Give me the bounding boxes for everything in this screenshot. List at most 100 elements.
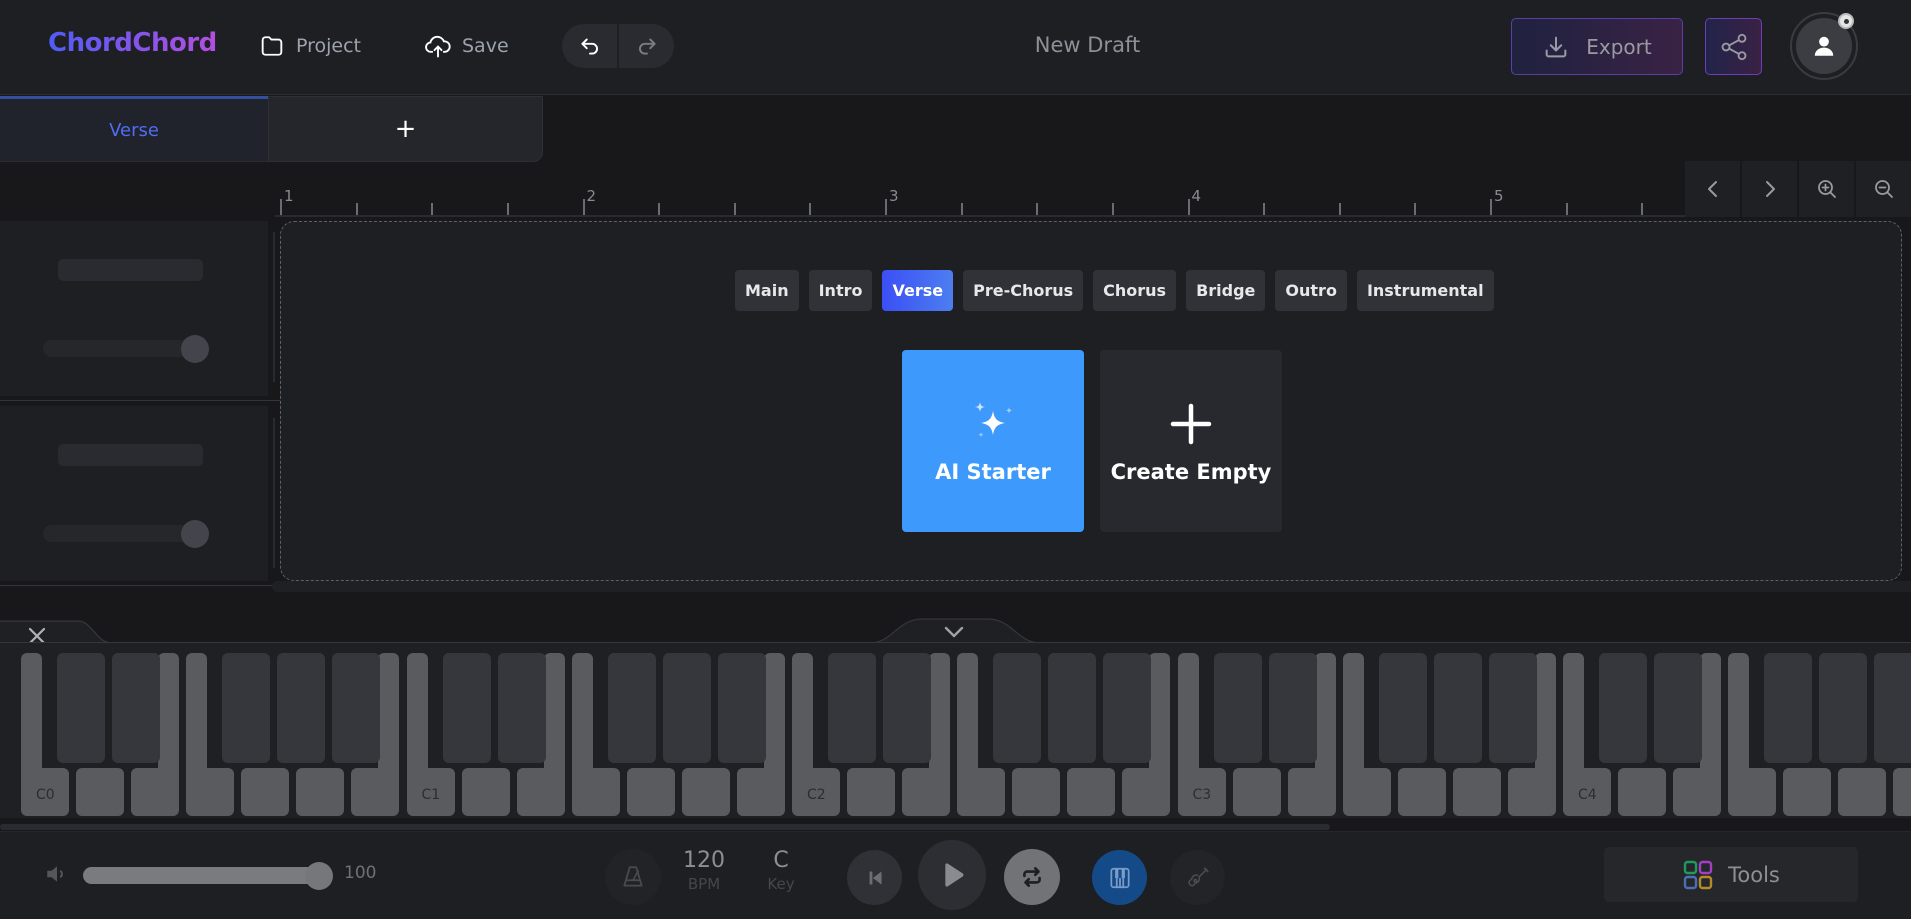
white-key-upper[interactable] <box>1149 653 1171 778</box>
white-key[interactable] <box>296 768 345 816</box>
black-key[interactable] <box>1213 653 1262 763</box>
white-key-upper[interactable] <box>1342 653 1364 778</box>
black-key[interactable] <box>1488 653 1537 763</box>
section-tabs: Verse + <box>0 96 543 162</box>
guitar-mode-button[interactable] <box>1170 850 1225 905</box>
section-type-verse[interactable]: Verse <box>882 270 954 311</box>
white-key-upper[interactable] <box>21 653 42 778</box>
white-key-upper[interactable] <box>1314 653 1336 778</box>
tempo-display[interactable]: 120 BPM <box>680 848 728 893</box>
share-button[interactable] <box>1705 18 1762 75</box>
white-key-upper[interactable] <box>1700 653 1722 778</box>
black-key[interactable] <box>222 653 271 763</box>
black-key[interactable] <box>497 653 546 763</box>
white-key-upper[interactable] <box>792 653 813 778</box>
ai-starter-button[interactable]: AI Starter <box>902 350 1084 532</box>
master-volume-slider[interactable] <box>83 867 329 884</box>
white-key[interactable] <box>1012 768 1061 816</box>
black-key[interactable] <box>1268 653 1317 763</box>
section-type-bridge[interactable]: Bridge <box>1186 270 1266 311</box>
horizontal-scrollbar[interactable] <box>272 581 1911 592</box>
white-key[interactable] <box>1618 768 1667 816</box>
black-key[interactable] <box>883 653 932 763</box>
white-key-upper[interactable] <box>763 653 785 778</box>
black-key[interactable] <box>662 653 711 763</box>
section-type-intro[interactable]: Intro <box>808 270 873 311</box>
white-key-upper[interactable] <box>957 653 979 778</box>
black-key[interactable] <box>828 653 876 763</box>
white-key-upper[interactable] <box>543 653 565 778</box>
octave-label: C2 <box>807 787 826 803</box>
white-key[interactable] <box>847 768 896 816</box>
black-key[interactable] <box>717 653 766 763</box>
black-key[interactable] <box>1433 653 1482 763</box>
section-type-instrumental[interactable]: Instrumental <box>1356 270 1494 311</box>
timeline-ruler[interactable]: 1 2 3 4 5 <box>275 180 1685 217</box>
white-key[interactable] <box>626 768 675 816</box>
tab-verse[interactable]: Verse <box>0 96 268 162</box>
white-key-upper[interactable] <box>186 653 208 778</box>
piano-scrollbar[interactable] <box>0 824 1330 830</box>
white-key[interactable] <box>1838 768 1887 816</box>
black-key[interactable] <box>1874 653 1911 763</box>
track-volume-knob[interactable] <box>181 520 209 548</box>
black-key[interactable] <box>1819 653 1868 763</box>
scroll-right-button[interactable] <box>1742 161 1797 217</box>
create-empty-button[interactable]: Create Empty <box>1100 350 1282 532</box>
white-key[interactable] <box>1397 768 1446 816</box>
piano-mode-button[interactable] <box>1092 850 1147 905</box>
white-key[interactable] <box>461 768 510 816</box>
black-key[interactable] <box>1654 653 1703 763</box>
black-key[interactable] <box>1764 653 1813 763</box>
black-key[interactable] <box>442 653 491 763</box>
zoom-out-button[interactable] <box>1856 161 1911 217</box>
add-section-button[interactable]: + <box>268 96 543 162</box>
section-type-outro[interactable]: Outro <box>1275 270 1347 311</box>
black-key[interactable] <box>57 653 105 763</box>
white-key-upper[interactable] <box>929 653 951 778</box>
black-key[interactable] <box>277 653 326 763</box>
loop-button[interactable] <box>1004 849 1060 905</box>
white-key-upper[interactable] <box>1563 653 1584 778</box>
black-key[interactable] <box>607 653 656 763</box>
export-button[interactable]: Export <box>1511 18 1683 75</box>
black-key[interactable] <box>1103 653 1152 763</box>
white-key-upper[interactable] <box>1534 653 1556 778</box>
zoom-in-button[interactable] <box>1799 161 1854 217</box>
section-type-main[interactable]: Main <box>735 270 799 311</box>
speaker-icon[interactable] <box>44 861 70 887</box>
white-key-upper[interactable] <box>378 653 400 778</box>
key-display[interactable]: C Key <box>758 848 804 893</box>
white-key[interactable] <box>1232 768 1281 816</box>
white-key-upper[interactable] <box>571 653 593 778</box>
black-key[interactable] <box>1599 653 1647 763</box>
white-key-upper[interactable] <box>1177 653 1199 778</box>
black-key[interactable] <box>993 653 1042 763</box>
black-key[interactable] <box>112 653 161 763</box>
white-key[interactable] <box>681 768 730 816</box>
white-key[interactable] <box>1452 768 1501 816</box>
white-key[interactable] <box>241 768 290 816</box>
scroll-left-button[interactable] <box>1685 161 1740 217</box>
section-type-chorus[interactable]: Chorus <box>1093 270 1177 311</box>
master-volume-knob[interactable] <box>305 862 333 890</box>
black-key[interactable] <box>1378 653 1427 763</box>
section-type-pre-chorus[interactable]: Pre-Chorus <box>963 270 1084 311</box>
track-separator <box>0 400 280 401</box>
white-key[interactable] <box>1893 768 1911 816</box>
white-key-upper[interactable] <box>158 653 180 778</box>
black-key[interactable] <box>332 653 381 763</box>
white-key[interactable] <box>1067 768 1116 816</box>
metronome-button[interactable] <box>605 849 661 905</box>
skip-to-start-button[interactable] <box>847 850 902 905</box>
tools-button[interactable]: Tools <box>1604 847 1858 902</box>
piano-keyboard[interactable]: C0 C1 C2 C3 C4 <box>0 643 1911 818</box>
play-button[interactable] <box>918 840 986 910</box>
black-key[interactable] <box>1048 653 1097 763</box>
white-key-upper[interactable] <box>406 653 428 778</box>
white-key-upper[interactable] <box>1728 653 1750 778</box>
track-volume-knob[interactable] <box>181 335 209 363</box>
white-key[interactable] <box>1783 768 1832 816</box>
white-key[interactable] <box>76 768 125 816</box>
collapse-piano-chevron-icon[interactable] <box>942 624 966 640</box>
